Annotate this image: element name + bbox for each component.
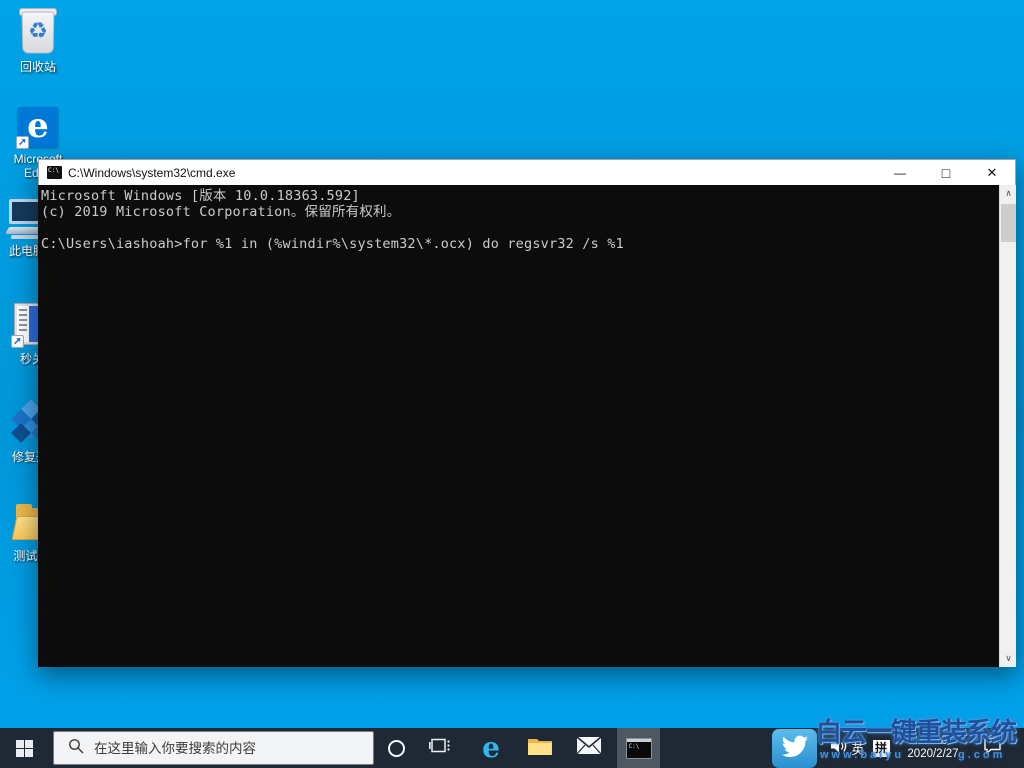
- recycle-symbol-icon: ♻: [28, 18, 48, 43]
- clock-time: 15:16: [918, 735, 948, 747]
- taskbar-clock[interactable]: 15:16 2020/2/27: [898, 728, 968, 768]
- scrollbar-thumb[interactable]: [1001, 204, 1016, 242]
- shortcut-arrow-icon: ➚: [16, 136, 29, 149]
- watermark-url-right: g.com: [958, 749, 1006, 761]
- cmd-icon: C:\: [625, 737, 652, 759]
- task-view-icon: [429, 738, 451, 759]
- ime-mode-button[interactable]: 拼: [871, 728, 891, 768]
- cmd-window: C:\ C:\Windows\system32\cmd.exe — □ ✕ Mi…: [38, 159, 1016, 667]
- scroll-up-icon[interactable]: ∧: [1000, 185, 1017, 202]
- edge-desktop-icon[interactable]: e ➚: [16, 107, 58, 149]
- edge-icon: e: [482, 731, 500, 764]
- file-explorer-button[interactable]: [526, 728, 554, 768]
- console-command-line: C:\Users\iashoah>for %1 in (%windir%\sys…: [41, 236, 624, 252]
- recycle-bin-icon[interactable]: ♻: [14, 8, 62, 58]
- scroll-down-icon[interactable]: ∨: [1000, 650, 1017, 667]
- twitter-bird-icon: [781, 735, 809, 763]
- ime-language-indicator[interactable]: 英: [849, 728, 867, 768]
- cortana-icon: [387, 739, 405, 757]
- mail-icon: [576, 736, 602, 760]
- volume-button[interactable]: [828, 728, 850, 768]
- search-icon: [68, 738, 84, 759]
- taskbar-search[interactable]: [53, 731, 374, 765]
- mail-button[interactable]: [575, 728, 603, 768]
- console-output[interactable]: Microsoft Windows [版本 10.0.18363.592] (c…: [38, 185, 999, 667]
- twitter-watermark: [772, 729, 817, 768]
- console-line: (c) 2019 Microsoft Corporation。保留所有权利。: [41, 204, 401, 220]
- cortana-button[interactable]: [383, 728, 409, 768]
- windows-logo-icon: [15, 739, 33, 757]
- minimize-button[interactable]: —: [877, 160, 923, 185]
- action-center-button[interactable]: [978, 728, 1006, 768]
- cmd-window-icon: C:\: [47, 166, 62, 179]
- cmd-window-title: C:\Windows\system32\cmd.exe: [68, 165, 236, 180]
- maximize-button[interactable]: □: [923, 160, 969, 185]
- search-input[interactable]: [94, 740, 354, 756]
- cmd-titlebar[interactable]: C:\ C:\Windows\system32\cmd.exe — □ ✕: [38, 159, 1016, 185]
- shortcut-arrow-icon: ➚: [11, 335, 24, 348]
- watermark-url-left: www.baiyu: [820, 749, 905, 761]
- cmd-taskbar-button[interactable]: C:\: [617, 728, 660, 768]
- taskbar: e C:\: [0, 728, 1024, 768]
- task-view-button[interactable]: [427, 728, 453, 768]
- recycle-bin-label[interactable]: 回收站: [0, 60, 76, 74]
- file-explorer-icon: [527, 735, 553, 762]
- start-button[interactable]: [0, 728, 48, 768]
- close-button[interactable]: ✕: [969, 160, 1015, 185]
- console-line: Microsoft Windows [版本 10.0.18363.592]: [41, 188, 360, 204]
- edge-taskbar-button[interactable]: e: [477, 728, 505, 768]
- console-scrollbar[interactable]: ∧ ∨: [999, 185, 1016, 667]
